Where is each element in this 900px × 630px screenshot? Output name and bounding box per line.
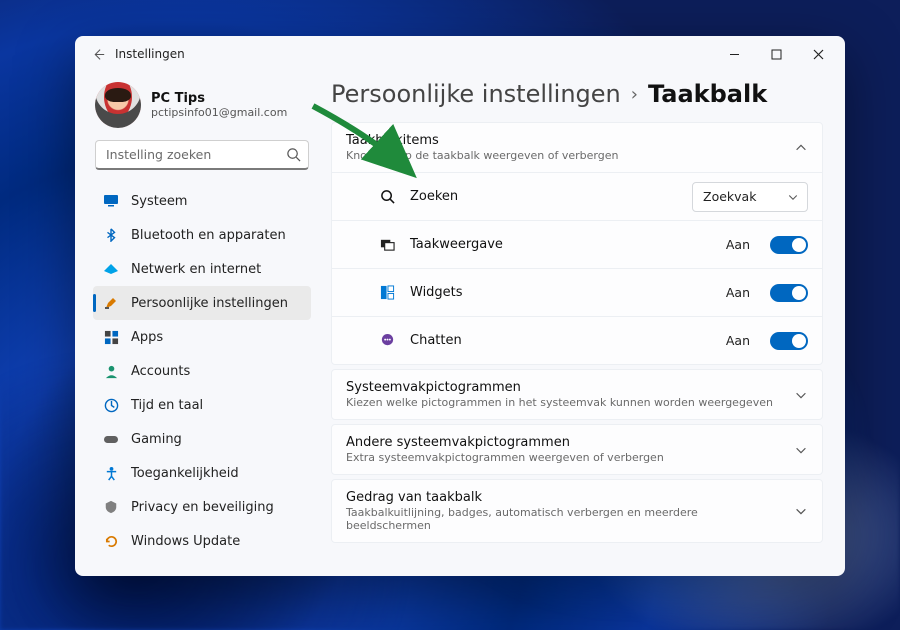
section-title: Systeemvakpictogrammen xyxy=(346,380,773,395)
sidebar-item-label: Windows Update xyxy=(131,534,240,549)
profile-name: PC Tips xyxy=(151,91,287,106)
maximize-button[interactable] xyxy=(755,39,797,69)
titlebar: Instellingen xyxy=(75,36,845,72)
sidebar-item-label: Apps xyxy=(131,330,163,345)
minimize-icon xyxy=(729,49,740,60)
search-icon xyxy=(378,188,396,206)
sidebar-item-label: Persoonlijke instellingen xyxy=(131,296,288,311)
toggle-state: Aan xyxy=(726,285,750,300)
sidebar-item-apps[interactable]: Apps xyxy=(93,320,311,354)
row-taskview: Taakweergave Aan xyxy=(332,220,822,268)
search-icon xyxy=(286,147,301,162)
breadcrumb: Persoonlijke instellingen › Taakbalk xyxy=(331,80,823,108)
sidebar-item-label: Bluetooth en apparaten xyxy=(131,228,286,243)
sidebar-item-label: Accounts xyxy=(131,364,190,379)
shield-icon xyxy=(103,499,119,515)
toggle-state: Aan xyxy=(726,237,750,252)
search-box xyxy=(95,140,309,170)
sidebar-item-label: Tijd en taal xyxy=(131,398,203,413)
close-icon xyxy=(813,49,824,60)
widgets-toggle[interactable] xyxy=(770,284,808,302)
section-subtitle: Kiezen welke pictogrammen in het systeem… xyxy=(346,396,773,409)
back-button[interactable] xyxy=(87,43,109,65)
maximize-icon xyxy=(771,49,782,60)
sidebar: PC Tips pctipsinfo01@gmail.com Systeem B… xyxy=(75,72,321,576)
gamepad-icon xyxy=(103,431,119,447)
section-title: Taakbalkitems xyxy=(346,133,618,148)
apps-icon xyxy=(103,329,119,345)
sidebar-item-personalization[interactable]: Persoonlijke instellingen xyxy=(93,286,311,320)
globe-clock-icon xyxy=(103,397,119,413)
section-title: Gedrag van taakbalk xyxy=(346,490,784,505)
row-widgets: Widgets Aan xyxy=(332,268,822,316)
search-mode-select[interactable]: Zoekvak xyxy=(692,182,808,212)
section-taskbar-items: Taakbalkitems Knoppen op de taakbalk wee… xyxy=(331,122,823,365)
taskview-toggle[interactable] xyxy=(770,236,808,254)
settings-window: Instellingen PC Tips pctipsinfo01@gmail.… xyxy=(75,36,845,576)
section-subtitle: Extra systeemvakpictogrammen weergeven o… xyxy=(346,451,664,464)
section-subtitle: Taakbalkuitlijning, badges, automatisch … xyxy=(346,506,784,532)
breadcrumb-parent[interactable]: Persoonlijke instellingen xyxy=(331,80,621,108)
chat-toggle[interactable] xyxy=(770,332,808,350)
section-subtitle: Knoppen op de taakbalk weergeven of verb… xyxy=(346,149,618,162)
sidebar-item-bluetooth[interactable]: Bluetooth en apparaten xyxy=(93,218,311,252)
section-systray-icons[interactable]: Systeemvakpictogrammen Kiezen welke pict… xyxy=(331,369,823,420)
profile-email: pctipsinfo01@gmail.com xyxy=(151,106,287,119)
page-title: Taakbalk xyxy=(648,80,767,108)
section-other-systray-icons[interactable]: Andere systeemvakpictogrammen Extra syst… xyxy=(331,424,823,475)
sidebar-item-label: Privacy en beveiliging xyxy=(131,500,274,515)
monitor-icon xyxy=(103,193,119,209)
arrow-left-icon xyxy=(92,48,105,61)
widgets-icon xyxy=(378,284,396,302)
sidebar-item-label: Systeem xyxy=(131,194,187,209)
chevron-down-icon xyxy=(794,388,808,402)
person-icon xyxy=(103,363,119,379)
minimize-button[interactable] xyxy=(713,39,755,69)
chevron-down-icon xyxy=(787,191,799,203)
sidebar-item-privacy[interactable]: Privacy en beveiliging xyxy=(93,490,311,524)
main-panel: Persoonlijke instellingen › Taakbalk Taa… xyxy=(321,72,845,576)
sidebar-item-gaming[interactable]: Gaming xyxy=(93,422,311,456)
section-title: Andere systeemvakpictogrammen xyxy=(346,435,664,450)
sidebar-item-system[interactable]: Systeem xyxy=(93,184,311,218)
section-header[interactable]: Taakbalkitems Knoppen op de taakbalk wee… xyxy=(332,123,822,172)
row-label: Taakweergave xyxy=(410,237,712,252)
nav-list: Systeem Bluetooth en apparaten Netwerk e… xyxy=(93,184,311,558)
paintbrush-icon xyxy=(103,295,119,311)
select-value: Zoekvak xyxy=(703,189,756,204)
row-label: Widgets xyxy=(410,285,712,300)
search-input[interactable] xyxy=(95,140,309,170)
sidebar-item-label: Gaming xyxy=(131,432,182,447)
sidebar-item-accounts[interactable]: Accounts xyxy=(93,354,311,388)
row-label: Zoeken xyxy=(410,189,678,204)
window-title: Instellingen xyxy=(115,47,713,61)
sidebar-item-label: Toegankelijkheid xyxy=(131,466,239,481)
row-search: Zoeken Zoekvak xyxy=(332,172,822,220)
toggle-state: Aan xyxy=(726,333,750,348)
chevron-up-icon xyxy=(794,141,808,155)
accessibility-icon xyxy=(103,465,119,481)
sidebar-item-label: Netwerk en internet xyxy=(131,262,261,277)
update-icon xyxy=(103,533,119,549)
avatar xyxy=(95,82,141,128)
chat-icon xyxy=(378,332,396,350)
section-taskbar-behavior[interactable]: Gedrag van taakbalk Taakbalkuitlijning, … xyxy=(331,479,823,543)
close-button[interactable] xyxy=(797,39,839,69)
row-chat: Chatten Aan xyxy=(332,316,822,364)
sidebar-item-accessibility[interactable]: Toegankelijkheid xyxy=(93,456,311,490)
sidebar-item-windows-update[interactable]: Windows Update xyxy=(93,524,311,558)
sidebar-item-time-language[interactable]: Tijd en taal xyxy=(93,388,311,422)
account-header[interactable]: PC Tips pctipsinfo01@gmail.com xyxy=(95,82,309,128)
chevron-down-icon xyxy=(794,504,808,518)
taskview-icon xyxy=(378,236,396,254)
bluetooth-icon xyxy=(103,227,119,243)
chevron-right-icon: › xyxy=(631,84,638,105)
wifi-icon xyxy=(103,261,119,277)
chevron-down-icon xyxy=(794,443,808,457)
sidebar-item-network[interactable]: Netwerk en internet xyxy=(93,252,311,286)
row-label: Chatten xyxy=(410,333,712,348)
